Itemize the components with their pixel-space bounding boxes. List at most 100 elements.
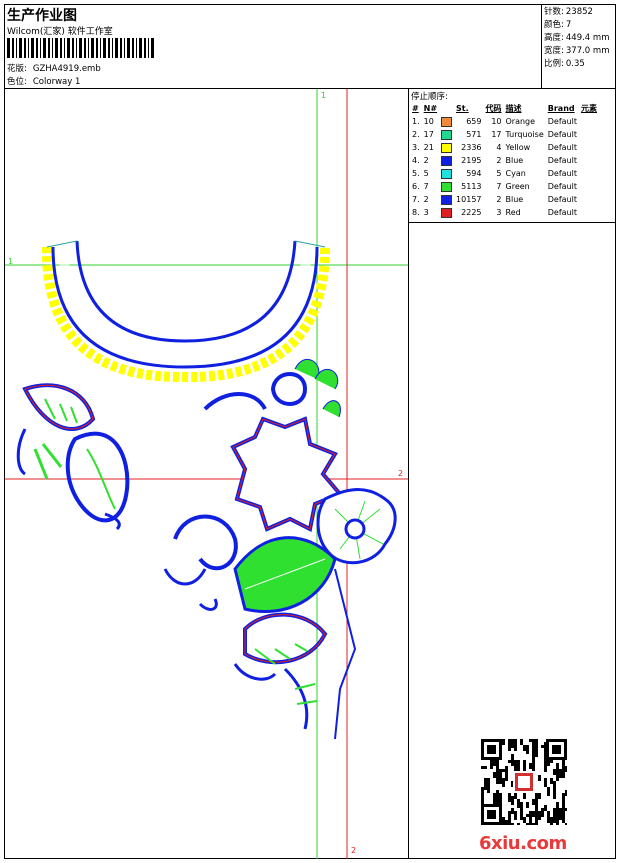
cell-st: 10157 [456, 195, 482, 204]
colorway-row: 色位: Colorway 1 [7, 75, 80, 87]
cell-st: 571 [466, 130, 482, 139]
production-sheet: 生产作业图 Wilcom(汇家) 软件工作室 花版: GZHA4919.emb 色… [4, 4, 616, 859]
color-swatch [441, 168, 453, 179]
table-row: 5. 5 594 5 Cyan Default [410, 167, 599, 180]
cell-n: 3 [423, 208, 429, 217]
table-row: 7. 2 10157 2 Blue Default [410, 193, 599, 206]
cell-code: 5 [496, 169, 502, 178]
cell-st: 2336 [461, 143, 482, 152]
cell-idx: 3. [412, 143, 420, 152]
cell-st: 2195 [461, 156, 482, 165]
cell-n: 7 [423, 182, 429, 191]
table-row: 6. 7 5113 7 Green Default [410, 180, 599, 193]
color-swatch [441, 181, 453, 192]
design-row: 花版: GZHA4919.emb [7, 62, 101, 74]
stop-sequence-table: # N# St. 代码 描述 Brand 元素 1. 10 659 10 Orange D… [410, 102, 599, 219]
stop-sequence-panel: 停止顺序: # N# St. 代码 描述 Brand 元素 1. 10 659 10 O… [409, 89, 615, 223]
cell-code: 10 [491, 117, 502, 126]
col-swatch [439, 102, 454, 115]
cell-idx: 7. [412, 195, 420, 204]
cell-n: 2 [423, 156, 429, 165]
cell-brand: Default [547, 195, 577, 204]
cell-idx: 5. [412, 169, 420, 178]
cell-idx: 1. [412, 117, 420, 126]
table-row: 8. 3 2225 3 Red Default [410, 206, 599, 219]
cell-desc: Cyan [505, 169, 526, 178]
barcode [7, 38, 154, 58]
cell-brand: Default [547, 156, 577, 165]
qr-code [481, 739, 567, 825]
cell-code: 17 [491, 130, 502, 139]
table-row: 3. 21 2336 4 Yellow Default [410, 141, 599, 154]
stop-sequence-title: 停止顺序: [411, 92, 448, 102]
cell-st: 594 [466, 169, 482, 178]
cell-desc: Yellow [505, 143, 531, 152]
cell-brand: Default [547, 143, 577, 152]
embroidery-preview [5, 89, 408, 859]
cell-code: 3 [496, 208, 502, 217]
col-needle: N# [423, 104, 438, 113]
color-swatch [441, 155, 453, 166]
color-swatch [441, 194, 453, 205]
color-swatch [441, 129, 453, 140]
cell-n: 5 [423, 169, 429, 178]
design-value: GZHA4919.emb [32, 64, 101, 74]
cell-idx: 2. [412, 130, 420, 139]
cell-brand: Default [547, 182, 577, 191]
cell-idx: 8. [412, 208, 420, 217]
cell-desc: Turquoise [505, 130, 544, 139]
cell-code: 2 [496, 156, 502, 165]
color-swatch [441, 116, 453, 127]
stat-width: 宽度: 377.0 mm [544, 46, 610, 56]
col-description: 描述 [505, 104, 522, 113]
col-code: 代码 [485, 104, 502, 113]
cell-desc: Blue [505, 195, 524, 204]
cell-desc: Blue [505, 156, 524, 165]
col-stitches: St. [456, 104, 469, 113]
design-canvas: 1 1 2 2 [5, 89, 409, 859]
cell-idx: 6. [412, 182, 420, 191]
table-row: 4. 2 2195 2 Blue Default [410, 154, 599, 167]
cell-desc: Red [505, 208, 521, 217]
cell-st: 659 [466, 117, 482, 126]
table-header-row: # N# St. 代码 描述 Brand 元素 [410, 102, 599, 115]
design-label: 花版: [7, 64, 27, 74]
cell-brand: Default [547, 208, 577, 217]
cell-idx: 4. [412, 156, 420, 165]
stats-panel: 针数: 23852 颜色: 7 高度: 449.4 mm 宽度: 377.0 mm 比例… [542, 5, 615, 89]
stat-colors: 颜色: 7 [544, 20, 572, 30]
company-name: Wilcom(汇家) 软件工作室 [7, 27, 113, 37]
col-element: 元素 [580, 104, 597, 113]
header-info: 生产作业图 Wilcom(汇家) 软件工作室 花版: GZHA4919.emb 色… [5, 5, 542, 89]
guide-label-h1: 1 [8, 257, 14, 266]
stat-stitches: 针数: 23852 [544, 7, 593, 17]
guide-label-v2: 2 [351, 846, 357, 855]
cell-st: 5113 [461, 182, 482, 191]
cell-code: 2 [496, 195, 502, 204]
cell-code: 7 [496, 182, 502, 191]
colorway-label: 色位: [7, 77, 27, 87]
cell-n: 21 [423, 143, 434, 152]
guide-label-h2: 2 [398, 469, 404, 478]
stat-scale: 比例: 0.35 [544, 59, 585, 69]
left-leaf-motif [16, 383, 130, 531]
guide-label-v1: 1 [321, 91, 327, 100]
watermark-logo: 6xiu.com [479, 833, 567, 854]
col-index: # [412, 104, 419, 113]
cell-brand: Default [547, 117, 577, 126]
neckline-motif [41, 240, 330, 383]
cell-brand: Default [547, 169, 577, 178]
cell-n: 2 [423, 195, 429, 204]
stat-height: 高度: 449.4 mm [544, 33, 610, 43]
table-row: 1. 10 659 10 Orange Default [410, 115, 599, 128]
cell-n: 10 [423, 117, 434, 126]
colorway-value: Colorway 1 [32, 77, 81, 87]
cell-desc: Green [505, 182, 530, 191]
col-brand: Brand [547, 104, 575, 113]
cell-st: 2225 [461, 208, 482, 217]
flower-motif [163, 358, 397, 740]
cell-code: 4 [496, 143, 502, 152]
page-title: 生产作业图 [7, 8, 77, 24]
color-swatch [441, 142, 453, 153]
cell-n: 17 [423, 130, 434, 139]
